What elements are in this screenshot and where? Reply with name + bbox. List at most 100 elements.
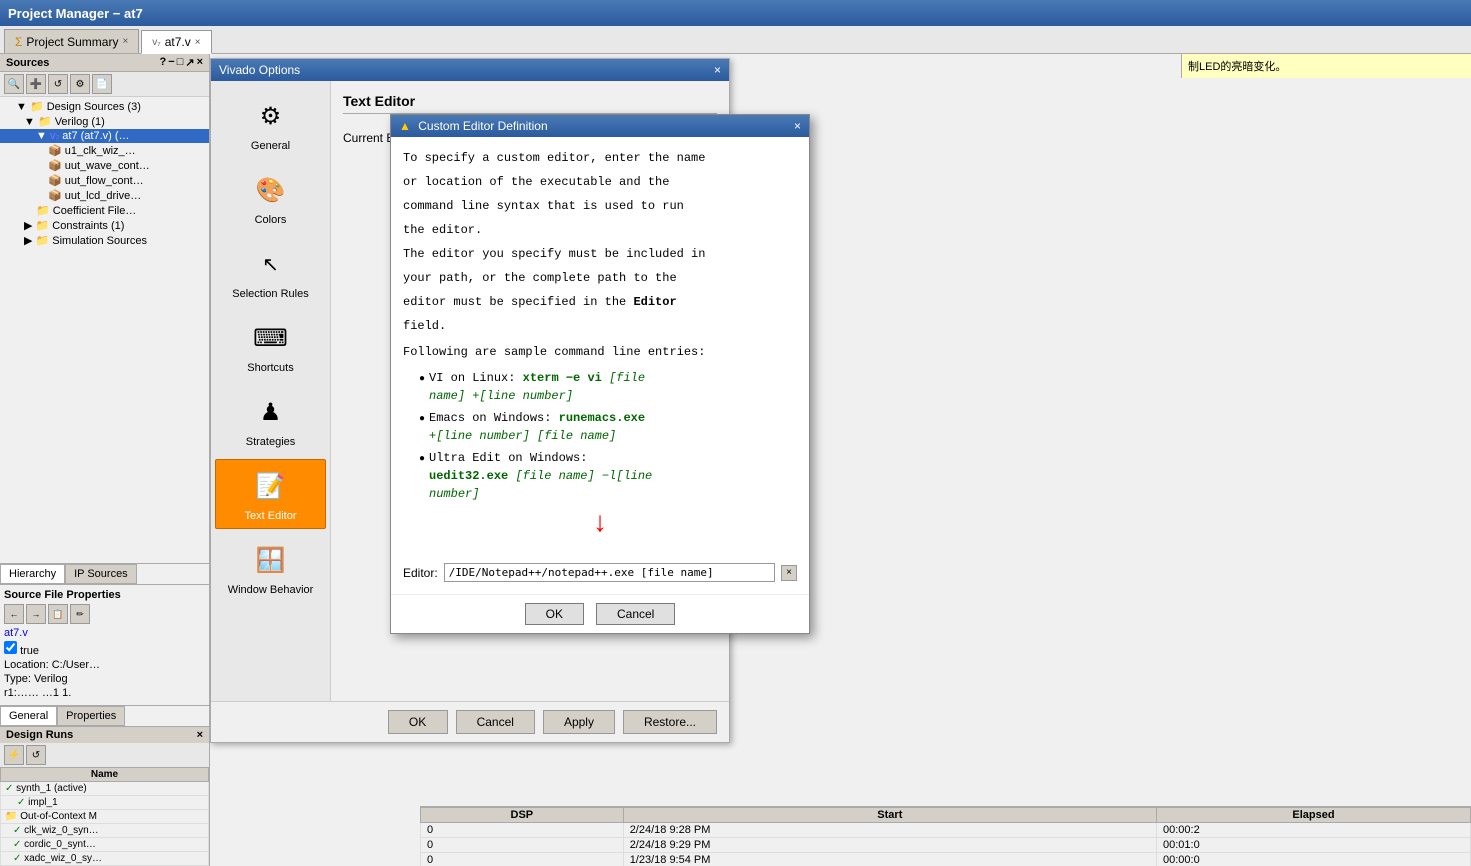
- bullet-emacs: ●: [419, 412, 425, 427]
- maximize-btn[interactable]: □: [177, 56, 184, 69]
- ced-sample-vi: ● VI on Linux: xterm −e vi [file name] +…: [419, 369, 797, 405]
- vo-section-title: Text Editor: [343, 93, 717, 114]
- ced-clear-btn[interactable]: ×: [781, 565, 797, 581]
- run-check-clk: ✓: [13, 825, 21, 836]
- sidebar-item-text-editor[interactable]: 📝 Text Editor: [215, 459, 326, 529]
- run-check-1: ✓: [5, 783, 13, 794]
- tree-sim-sources[interactable]: ▶ 📁 Simulation Sources: [0, 233, 209, 248]
- ced-desc-2: or location of the executable and the: [403, 173, 797, 191]
- bullet-vi: ●: [419, 372, 425, 387]
- help-btn[interactable]: ?: [160, 56, 167, 69]
- ced-sample-title: Following are sample command line entrie…: [403, 343, 797, 361]
- sfp-enabled: true: [4, 641, 205, 657]
- sidebar-item-general[interactable]: ⚙ General: [215, 89, 326, 159]
- ced-ok-btn[interactable]: OK: [525, 603, 584, 625]
- tree-coeff[interactable]: 📁 Coefficient File…: [0, 203, 209, 218]
- minimize-btn[interactable]: −: [168, 56, 174, 69]
- sfp-type-value: Verilog: [34, 673, 68, 685]
- strategies-icon: ♟: [251, 392, 291, 432]
- right-hint: 制LED的亮暗变化。: [1181, 54, 1471, 78]
- tab-general[interactable]: General: [0, 706, 57, 726]
- table-row: ✓ synth_1 (active): [1, 782, 209, 796]
- tab-hierarchy[interactable]: Hierarchy: [0, 564, 65, 584]
- refresh-btn[interactable]: ↺: [48, 74, 68, 94]
- sfp-forward-btn[interactable]: →: [26, 604, 46, 624]
- source-file-properties: Source File Properties ← → 📋 ✏ at7.v tru…: [0, 584, 209, 705]
- tree-verilog[interactable]: ▼ 📁 Verilog (1): [0, 114, 209, 129]
- icon-coeff: 📁: [36, 205, 50, 217]
- cell-elapsed-0: 00:00:2: [1156, 823, 1470, 838]
- hierarchy-tabs: Hierarchy IP Sources: [0, 563, 209, 584]
- sidebar-item-window-behavior[interactable]: 🪟 Window Behavior: [215, 533, 326, 603]
- ced-sample-emacs: ● Emacs on Windows: runemacs.exe +[line …: [419, 409, 797, 445]
- sources-toolbar: 🔍 ➕ ↺ ⚙ 📄: [0, 72, 209, 97]
- shortcuts-icon: ⌨: [251, 318, 291, 358]
- vo-restore-btn[interactable]: Restore...: [623, 710, 717, 734]
- close-sources-btn[interactable]: ×: [197, 56, 203, 69]
- search-btn[interactable]: 🔍: [4, 74, 24, 94]
- dr-toolbar: ⚡ ↺: [0, 743, 209, 767]
- cell-dsp-2: 0: [421, 853, 624, 866]
- tree-at7[interactable]: ▼ v₇ at7 (at7.v) (…: [0, 129, 209, 143]
- vo-cancel-btn[interactable]: Cancel: [456, 710, 535, 734]
- sfp-icon1-btn[interactable]: 📋: [48, 604, 68, 624]
- title-bar: Project Manager − at7: [0, 0, 1471, 26]
- tab-properties[interactable]: Properties: [57, 706, 125, 726]
- ced-editor-input[interactable]: [444, 563, 775, 582]
- vo-ok-btn[interactable]: OK: [388, 710, 448, 734]
- detach-btn[interactable]: ↗: [185, 56, 194, 69]
- vo-title-bar: Vivado Options ×: [211, 59, 729, 81]
- tab-close-at7-v[interactable]: ×: [195, 37, 201, 48]
- tab-at7-v[interactable]: v₇ at7.v ×: [141, 30, 211, 54]
- vo-close-btn[interactable]: ×: [714, 63, 721, 77]
- ced-editor-row: Editor: ×: [403, 563, 797, 582]
- tree-constraints[interactable]: ▶ 📁 Constraints (1): [0, 218, 209, 233]
- main-layout: Sources ? − □ ↗ × 🔍 ➕ ↺ ⚙ 📄 ▼ 📁 Design S…: [0, 54, 1471, 866]
- tree-u1-clk[interactable]: 📦 u1_clk_wiz_…: [0, 143, 209, 158]
- settings-btn[interactable]: ⚙: [70, 74, 90, 94]
- dr-btn1[interactable]: ⚡: [4, 745, 24, 765]
- run-check-xadc: ✓: [13, 853, 21, 864]
- icon-uut-wave: 📦: [48, 160, 62, 172]
- dr-col-name: Name: [1, 768, 209, 782]
- tab-ip-sources[interactable]: IP Sources: [65, 564, 137, 584]
- sfp-location-row: Location: C:/User…: [4, 659, 205, 671]
- tab-close-project-summary[interactable]: ×: [122, 36, 128, 47]
- sidebar-item-strategies[interactable]: ♟ Strategies: [215, 385, 326, 455]
- sidebar-item-selection-rules[interactable]: ↖ Selection Rules: [215, 237, 326, 307]
- vo-sidebar: ⚙ General 🎨 Colors ↖ Selection Rules ⌨ S…: [211, 81, 331, 701]
- table-row: ✓ clk_wiz_0_syn…: [1, 824, 209, 838]
- ced-desc-1: To specify a custom editor, enter the na…: [403, 149, 797, 167]
- dr-btn2[interactable]: ↺: [26, 745, 46, 765]
- sidebar-label-strategies: Strategies: [246, 436, 296, 448]
- cell-start-1: 2/24/18 9:29 PM: [623, 838, 1156, 853]
- cell-elapsed-2: 00:00:0: [1156, 853, 1470, 866]
- text-editor-icon: 📝: [251, 466, 291, 506]
- file-btn[interactable]: 📄: [92, 74, 112, 94]
- design-runs-close[interactable]: ×: [197, 729, 203, 741]
- sfp-navigation: ← → 📋 ✏: [4, 604, 205, 624]
- ced-desc-7: editor must be specified in the Editor: [403, 293, 797, 311]
- custom-editor-dialog: ▲ Custom Editor Definition × To specify …: [390, 114, 810, 634]
- ced-desc-6: your path, or the complete path to the: [403, 269, 797, 287]
- vo-apply-btn[interactable]: Apply: [543, 710, 615, 734]
- sfp-enabled-checkbox[interactable]: [4, 641, 17, 654]
- ced-close-btn[interactable]: ×: [794, 119, 801, 133]
- sidebar-item-colors[interactable]: 🎨 Colors: [215, 163, 326, 233]
- add-sources-btn[interactable]: ➕: [26, 74, 46, 94]
- tree-uut-wave[interactable]: 📦 uut_wave_cont…: [0, 158, 209, 173]
- sfp-icon2-btn[interactable]: ✏: [70, 604, 90, 624]
- selection-rules-icon: ↖: [251, 244, 291, 284]
- ced-desc-4: the editor.: [403, 221, 797, 239]
- tree-uut-flow[interactable]: 📦 uut_flow_cont…: [0, 173, 209, 188]
- tree-uut-lcd[interactable]: 📦 uut_lcd_drive…: [0, 188, 209, 203]
- sfp-back-btn[interactable]: ←: [4, 604, 24, 624]
- sfp-type-row: Type: Verilog: [4, 673, 205, 685]
- sidebar-item-shortcuts[interactable]: ⌨ Shortcuts: [215, 311, 326, 381]
- tree-design-sources[interactable]: ▼ 📁 Design Sources (3): [0, 99, 209, 114]
- table-row: 📁 Out-of-Context M: [1, 810, 209, 824]
- sidebar-label-text-editor: Text Editor: [245, 510, 297, 522]
- ced-cancel-btn[interactable]: Cancel: [596, 603, 675, 625]
- vo-footer: OK Cancel Apply Restore...: [211, 701, 729, 742]
- tab-project-summary[interactable]: Σ Project Summary ×: [4, 29, 139, 53]
